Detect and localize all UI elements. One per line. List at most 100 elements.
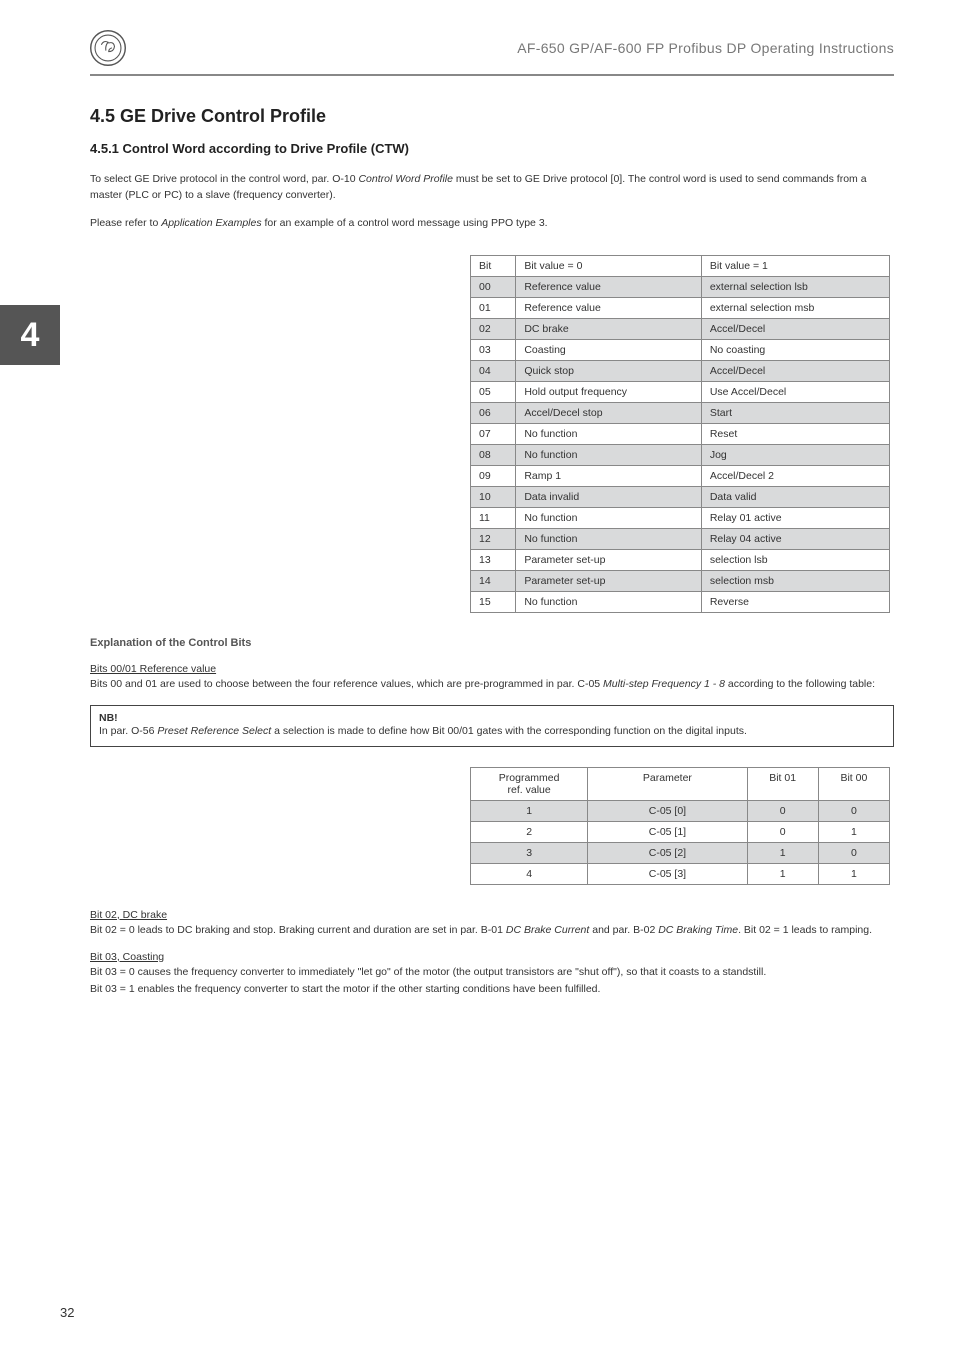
bit02-text: Bit 02 = 0 leads to DC braking and stop.… xyxy=(90,923,894,939)
cell: No coasting xyxy=(701,340,889,361)
table-row: 00Reference valueexternal selection lsb xyxy=(471,277,890,298)
param-name: DC Brake Current xyxy=(506,924,589,936)
table-row: 06Accel/Decel stopStart xyxy=(471,403,890,424)
text: Programmed xyxy=(479,772,579,784)
cell: 1 xyxy=(818,863,889,884)
text: In par. O-56 xyxy=(99,725,157,737)
cell: Use Accel/Decel xyxy=(701,382,889,403)
cell: 05 xyxy=(471,382,516,403)
header-cell: Bit xyxy=(471,256,516,277)
table-header-row: Programmed ref. value Parameter Bit 01 B… xyxy=(471,767,890,800)
cell: Data invalid xyxy=(516,487,701,508)
cell: Quick stop xyxy=(516,361,701,382)
cell: 2 xyxy=(471,821,588,842)
param-name: DC Braking Time xyxy=(658,924,738,936)
cell: 3 xyxy=(471,842,588,863)
bit03-line2: Bit 03 = 1 enables the frequency convert… xyxy=(90,982,894,998)
bit03-line1: Bit 03 = 0 causes the frequency converte… xyxy=(90,965,894,981)
cell: No function xyxy=(516,424,701,445)
page-header: AF-650 GP/AF-600 FP Profibus DP Operatin… xyxy=(90,30,894,76)
cell: No function xyxy=(516,508,701,529)
bit03-heading: Bit 03, Coasting xyxy=(90,951,894,963)
cell: No function xyxy=(516,529,701,550)
table-row: 08No functionJog xyxy=(471,445,890,466)
table-row: 4C-05 [3]11 xyxy=(471,863,890,884)
param-name: Preset Reference Select xyxy=(157,725,271,737)
bits-0001-heading: Bits 00/01 Reference value xyxy=(90,663,894,675)
text: according to the following table: xyxy=(725,678,875,690)
table-row: 01Reference valueexternal selection msb xyxy=(471,298,890,319)
cell: No function xyxy=(516,592,701,613)
cell: Jog xyxy=(701,445,889,466)
cell: Data valid xyxy=(701,487,889,508)
header-cell: Bit 01 xyxy=(747,767,818,800)
table-row: 15No functionReverse xyxy=(471,592,890,613)
cell: 15 xyxy=(471,592,516,613)
explanation-heading: Explanation of the Control Bits xyxy=(90,637,894,649)
header-cell: Bit value = 1 xyxy=(701,256,889,277)
page-number: 32 xyxy=(60,1305,74,1320)
cell: external selection lsb xyxy=(701,277,889,298)
table-row: 2C-05 [1]01 xyxy=(471,821,890,842)
cell: 0 xyxy=(818,800,889,821)
cell: external selection msb xyxy=(701,298,889,319)
table-row: 04Quick stopAccel/Decel xyxy=(471,361,890,382)
table-row: 1C-05 [0]00 xyxy=(471,800,890,821)
table-row: 3C-05 [2]10 xyxy=(471,842,890,863)
cell: No function xyxy=(516,445,701,466)
table-row: 13Parameter set-upselection lsb xyxy=(471,550,890,571)
control-bits-table: Bit Bit value = 0 Bit value = 1 00Refere… xyxy=(470,255,890,613)
cell: Reset xyxy=(701,424,889,445)
nb-box: NB! In par. O-56 Preset Reference Select… xyxy=(90,705,894,747)
cell: Parameter set-up xyxy=(516,550,701,571)
header-cell: Bit 00 xyxy=(818,767,889,800)
intro-paragraph-1: To select GE Drive protocol in the contr… xyxy=(90,172,894,204)
ge-logo-icon xyxy=(90,30,126,66)
text: Bits 00 and 01 are used to choose betwee… xyxy=(90,678,603,690)
table-row: 14Parameter set-upselection msb xyxy=(471,571,890,592)
cell: Reference value xyxy=(516,298,701,319)
cell: 11 xyxy=(471,508,516,529)
cell: selection lsb xyxy=(701,550,889,571)
table-row: 12No functionRelay 04 active xyxy=(471,529,890,550)
cell: C-05 [0] xyxy=(588,800,747,821)
bits-0001-text: Bits 00 and 01 are used to choose betwee… xyxy=(90,677,894,693)
cell: 00 xyxy=(471,277,516,298)
cell: Coasting xyxy=(516,340,701,361)
cell: Start xyxy=(701,403,889,424)
cell: Reverse xyxy=(701,592,889,613)
chapter-tab: 4 xyxy=(0,305,60,365)
subsection-title: 4.5.1 Control Word according to Drive Pr… xyxy=(90,141,894,156)
cell: 0 xyxy=(747,800,818,821)
cell: selection msb xyxy=(701,571,889,592)
table-row: 07No functionReset xyxy=(471,424,890,445)
cell: C-05 [1] xyxy=(588,821,747,842)
table-row: 09Ramp 1Accel/Decel 2 xyxy=(471,466,890,487)
intro-paragraph-2: Please refer to Application Examples for… xyxy=(90,216,894,232)
cell: C-05 [3] xyxy=(588,863,747,884)
cell: Parameter set-up xyxy=(516,571,701,592)
cell: Relay 04 active xyxy=(701,529,889,550)
cell: Ramp 1 xyxy=(516,466,701,487)
text: To select GE Drive protocol in the contr… xyxy=(90,173,358,185)
cell: 12 xyxy=(471,529,516,550)
text: Please refer to xyxy=(90,217,161,229)
header-title: AF-650 GP/AF-600 FP Profibus DP Operatin… xyxy=(517,40,894,56)
text: . Bit 02 = 1 leads to ramping. xyxy=(738,924,872,936)
cell: DC brake xyxy=(516,319,701,340)
cell: Accel/Decel stop xyxy=(516,403,701,424)
text: ref. value xyxy=(479,784,579,796)
table-row: 05Hold output frequencyUse Accel/Decel xyxy=(471,382,890,403)
cell: Reference value xyxy=(516,277,701,298)
cell: 1 xyxy=(818,821,889,842)
table-row: 02DC brakeAccel/Decel xyxy=(471,319,890,340)
cell: C-05 [2] xyxy=(588,842,747,863)
cell: 14 xyxy=(471,571,516,592)
table-row: 10Data invalidData valid xyxy=(471,487,890,508)
cell: 1 xyxy=(471,800,588,821)
cell: 1 xyxy=(747,842,818,863)
table-header-row: Bit Bit value = 0 Bit value = 1 xyxy=(471,256,890,277)
cell: 0 xyxy=(818,842,889,863)
header-cell: Programmed ref. value xyxy=(471,767,588,800)
cell: Accel/Decel 2 xyxy=(701,466,889,487)
